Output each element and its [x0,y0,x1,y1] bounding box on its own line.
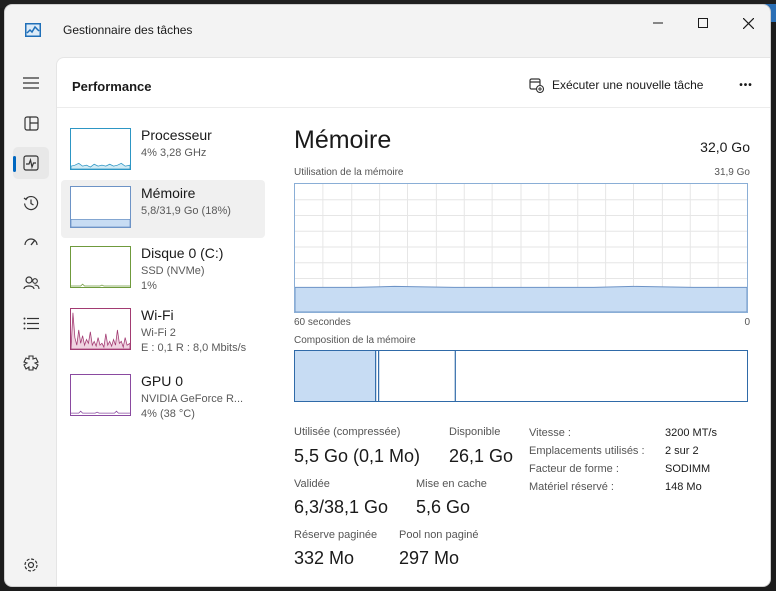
nav-performance[interactable] [13,147,49,179]
nav-processes[interactable] [13,107,49,139]
more-options-button[interactable]: ••• [733,72,759,98]
users-icon [22,276,40,290]
resource-name: GPU 0 [141,373,184,389]
title-bar: Gestionnaire des tâches [5,5,770,53]
page-header: Performance Exécuter une nouvelle tâche … [57,58,770,108]
app-history-icon [23,195,39,211]
nav-settings[interactable] [13,549,49,581]
nav-services[interactable] [13,347,49,379]
graph-time-right: 0 [744,317,750,328]
resource-detail-2: 4% (38 °C) [141,408,195,420]
spec-slots-value: 2 sur 2 [665,445,699,457]
run-task-label: Exécuter une nouvelle tâche [552,78,704,92]
performance-icon [23,155,39,171]
window-title: Gestionnaire des tâches [63,23,193,37]
run-task-icon [529,77,544,93]
nav-users[interactable] [13,267,49,299]
paged-pool-label: Réserve paginée [294,529,378,541]
disk-thumbnail-graph [70,246,131,288]
usage-graph-max: 31,9 Go [714,167,750,178]
spec-speed-value: 3200 MT/s [665,427,717,439]
nav-app-history[interactable] [13,187,49,219]
minimize-icon [653,22,663,24]
available-value: 26,1 Go [449,446,514,466]
processes-icon [23,115,39,131]
task-manager-app-icon [25,23,41,37]
memory-thumbnail-graph [70,186,131,228]
cached-value: 5,6 Go [416,497,471,517]
resource-name: Disque 0 (C:) [141,245,224,261]
memory-usage-graph [294,183,748,313]
details-icon [23,317,39,329]
task-manager-window: Gestionnaire des tâches Performance Exéc… [4,4,771,587]
spec-reserved-value: 148 Mo [665,481,702,493]
resource-detail: SSD (NVMe) [141,265,205,277]
maximize-icon [698,18,708,28]
spec-speed-label: Vitesse : [529,427,571,439]
committed-value: 6,3/38,1 Go [294,497,389,517]
spec-form-factor-label: Facteur de forme : [529,463,619,475]
resource-detail-2: 1% [141,280,157,292]
startup-apps-icon [24,238,38,246]
maximize-button[interactable] [680,9,726,37]
resource-item-cpu[interactable]: Processeur 4% 3,28 GHz [61,122,265,180]
committed-label: Validée [294,478,330,490]
more-options-icon: ••• [739,79,753,91]
settings-gear-icon [24,558,38,572]
spec-reserved-label: Matériel réservé : [529,481,614,493]
paged-pool-value: 332 Mo [294,548,355,568]
content-panel: Performance Exécuter une nouvelle tâche … [56,57,770,586]
memory-composition-bar [294,350,748,402]
resource-item-disk[interactable]: Disque 0 (C:) SSD (NVMe) 1% [61,240,265,298]
nav-details[interactable] [13,307,49,339]
active-indicator [13,156,16,172]
hamburger-menu-icon [23,77,39,89]
wifi-thumbnail-graph [70,308,131,350]
resource-item-wifi[interactable]: Wi-Fi Wi-Fi 2 E : 0,1 R : 8,0 Mbits/s [61,302,265,360]
resource-detail: NVIDIA GeForce R... [141,393,244,405]
nav-startup-apps[interactable] [13,227,49,259]
resource-name: Processeur [141,127,212,143]
memory-usage-area [295,285,747,312]
resource-detail: 5,8/31,9 Go (18%) [141,205,231,217]
nonpaged-pool-label: Pool non paginé [399,529,479,541]
memory-total: 32,0 Go [700,139,750,155]
cached-label: Mise en cache [416,478,487,490]
memory-title: Mémoire [294,126,392,154]
run-new-task-button[interactable]: Exécuter une nouvelle tâche [529,72,703,98]
memory-detail-panel: Mémoire 32,0 Go Utilisation de la mémoir… [294,110,750,580]
page-title: Performance [72,79,152,94]
close-icon [742,17,754,29]
services-icon [23,355,39,371]
resource-item-gpu[interactable]: GPU 0 NVIDIA GeForce R... 4% (38 °C) [61,368,265,426]
minimize-button[interactable] [635,9,681,37]
graph-time-left: 60 secondes [294,317,351,328]
composition-in-use [295,351,376,401]
nav-hamburger-button[interactable] [13,67,49,99]
navigation-rail [5,57,55,586]
usage-graph-label: Utilisation de la mémoire [294,167,404,178]
used-value: 5,5 Go (0,1 Mo) [294,446,421,466]
used-label: Utilisée (compressée) [294,426,401,438]
gpu-thumbnail-graph [70,374,131,416]
close-button[interactable] [725,9,770,37]
resource-detail: Wi-Fi 2 [141,327,176,339]
spec-form-factor-value: SODIMM [665,463,711,475]
resource-detail-2: E : 0,1 R : 8,0 Mbits/s [141,342,247,354]
resource-item-memory[interactable]: Mémoire 5,8/31,9 Go (18%) [61,180,265,238]
resource-name: Mémoire [141,185,196,201]
composition-label: Composition de la mémoire [294,335,416,346]
resource-detail: 4% 3,28 GHz [141,147,207,159]
available-label: Disponible [449,426,501,438]
cpu-thumbnail-graph [70,128,131,170]
resource-name: Wi-Fi [141,307,174,323]
nonpaged-pool-value: 297 Mo [399,548,460,568]
spec-slots-label: Emplacements utilisés : [529,445,645,457]
